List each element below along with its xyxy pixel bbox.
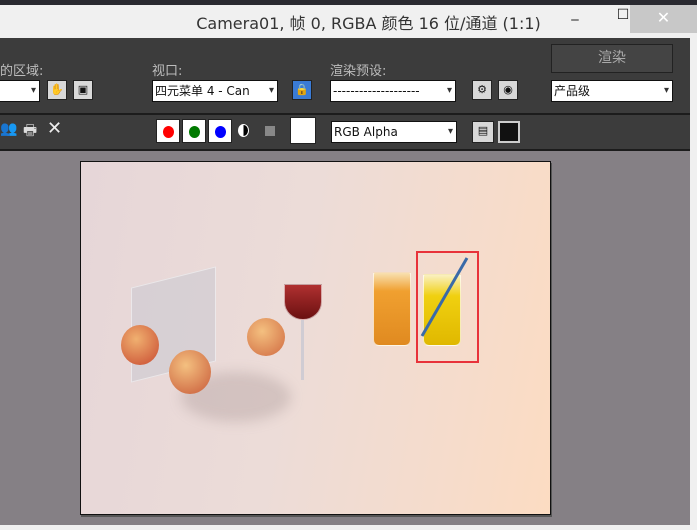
red-channel-toggle[interactable] [156, 119, 180, 143]
environment-icon[interactable]: ◉ [498, 80, 518, 100]
render-toolbar: 的区域: ▾ ✋ ▣ 视口: 四元菜单 4 - Can ▾ 🔒 渲染预设: ---… [0, 38, 697, 113]
green-dot-icon [189, 126, 200, 138]
toggle-ui-overlay-icon[interactable]: ▤ [472, 121, 494, 143]
title-bar: Camera01, 帧 0, RGBA 颜色 16 位/通道 (1:1) ‒ ☐… [0, 5, 697, 38]
monochrome-icon[interactable] [265, 126, 275, 136]
orange-juice-glass [373, 272, 411, 346]
print-icon[interactable]: 🖶 [23, 120, 37, 145]
chevron-down-icon: ▾ [446, 85, 452, 96]
render-setup-icon[interactable]: ⚙ [472, 80, 492, 100]
area-label: 的区域: [0, 64, 44, 79]
channel-value: RGB Alpha [334, 125, 398, 139]
clear-icon[interactable]: ✕ [47, 118, 62, 139]
preset-value: -------------------- [333, 84, 420, 98]
apple-in-glass [247, 318, 285, 356]
apple [169, 350, 211, 394]
rendered-image [80, 161, 551, 515]
toggle-ui-icon[interactable] [498, 121, 520, 143]
channel-dropdown[interactable]: RGB Alpha ▾ [331, 121, 457, 143]
chevron-down-icon: ▾ [663, 85, 669, 96]
red-dot-icon [163, 126, 174, 138]
auto-region-icon[interactable]: ▣ [73, 80, 93, 100]
wine-glass [284, 284, 322, 320]
quality-dropdown[interactable]: 产品级 ▾ [551, 80, 673, 102]
chevron-down-icon: ▾ [30, 85, 36, 96]
clone-icon[interactable]: 👥 [0, 121, 17, 137]
edit-region-icon[interactable]: ✋ [47, 80, 67, 100]
area-dropdown[interactable]: ▾ [0, 80, 40, 102]
render-button[interactable]: 渲染 [551, 44, 673, 73]
lock-icon[interactable]: 🔒 [292, 80, 312, 100]
highlight-box [416, 251, 479, 363]
viewport-dropdown[interactable]: 四元菜单 4 - Can ▾ [152, 80, 278, 102]
viewport-value: 四元菜单 4 - Can [155, 84, 250, 98]
alpha-toggle-icon[interactable] [238, 124, 249, 137]
color-swatch[interactable] [290, 117, 316, 144]
viewport-label: 视口: [152, 64, 183, 79]
green-channel-toggle[interactable] [182, 119, 206, 143]
quality-value: 产品级 [554, 84, 591, 98]
blue-dot-icon [215, 126, 226, 138]
apple-reflection [121, 325, 159, 365]
close-button[interactable]: ✕ [630, 5, 697, 33]
preset-dropdown[interactable]: -------------------- ▾ [330, 80, 456, 102]
chevron-down-icon: ▾ [447, 126, 453, 137]
window-border [690, 38, 697, 530]
preset-label: 渲染预设: [330, 64, 387, 79]
chevron-down-icon: ▾ [268, 85, 274, 96]
wine-glass-stem [301, 320, 304, 380]
minimize-button[interactable]: ‒ [556, 10, 594, 30]
blue-channel-toggle[interactable] [208, 119, 232, 143]
